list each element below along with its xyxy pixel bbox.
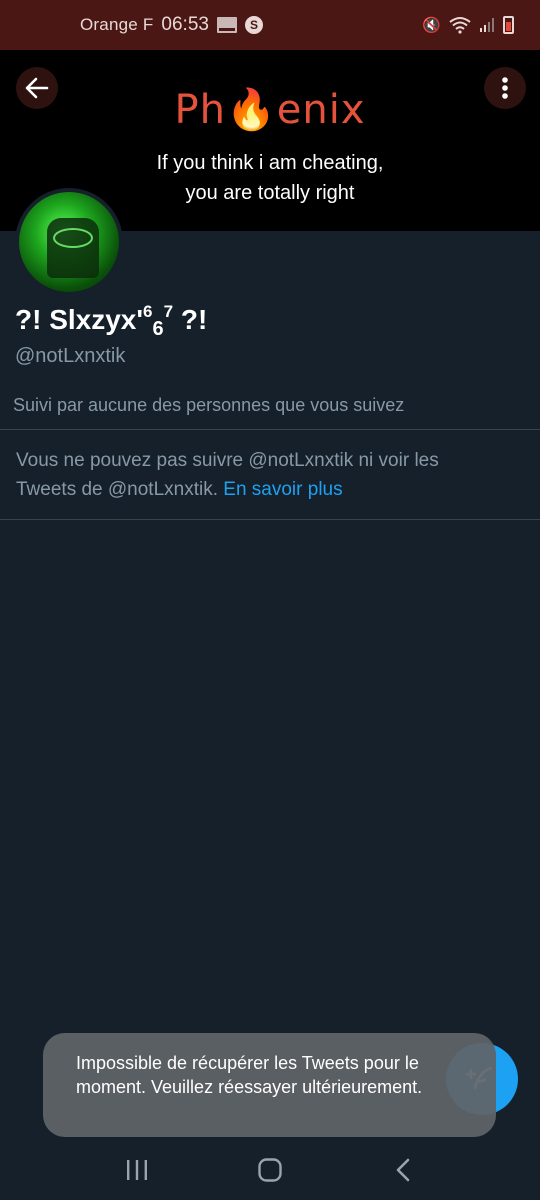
status-bar: Orange F 06:53 S 🔇	[0, 0, 540, 50]
back-nav-button[interactable]	[373, 1145, 433, 1195]
overflow-menu-button[interactable]	[484, 67, 526, 109]
display-name-sup-2: 7	[163, 302, 174, 321]
tagline-line-1: If you think i am cheating,	[156, 152, 384, 174]
status-time: 06:53	[161, 14, 209, 35]
mute-icon: 🔇	[422, 17, 441, 34]
system-nav-bar	[0, 1140, 540, 1200]
profile-screen: Orange F 06:53 S 🔇 Ph🔥enix If you think …	[0, 0, 540, 1200]
protected-account-notice: Vous ne pouvez pas suivre @notLxnxtik ni…	[16, 446, 496, 504]
display-name-suffix: ?!	[173, 304, 208, 335]
avatar-print-shape	[53, 228, 93, 248]
display-name-sub: 6	[152, 318, 164, 340]
followed-by-text: Suivi par aucune des personnes que vous …	[13, 395, 405, 415]
arrow-left-icon	[25, 77, 49, 99]
brand-prefix: Ph	[174, 87, 226, 133]
error-toast: Impossible de récupérer les Tweets pour …	[43, 1033, 496, 1137]
shazam-icon: S	[244, 16, 263, 34]
display-name: ?! Slxzyx'667 ?!	[15, 302, 207, 341]
notification-icon	[216, 17, 237, 33]
toast-message: Impossible de récupérer les Tweets pour …	[76, 1053, 423, 1097]
status-icons: 🔇	[422, 16, 514, 34]
divider	[0, 519, 540, 520]
home-icon	[258, 1158, 282, 1182]
recent-apps-icon	[126, 1160, 147, 1180]
wifi-icon	[449, 17, 471, 34]
battery-icon	[503, 16, 514, 34]
carrier-label: Orange F	[80, 15, 154, 34]
display-name-prefix: ?! Slxzyx'	[15, 304, 144, 335]
signal-icon	[480, 18, 494, 32]
avatar-shirt-shape	[47, 218, 99, 278]
more-vertical-icon	[502, 77, 508, 99]
home-button[interactable]	[240, 1145, 300, 1195]
chevron-left-icon	[397, 1158, 410, 1182]
recent-apps-button[interactable]	[107, 1145, 167, 1195]
learn-more-link[interactable]: En savoir plus	[223, 479, 342, 500]
back-button[interactable]	[16, 67, 58, 109]
divider	[0, 429, 540, 430]
flame-icon: 🔥	[225, 87, 277, 133]
user-handle: @notLxnxtik	[15, 345, 126, 367]
brand-suffix: enix	[276, 87, 366, 133]
phoenix-logo: Ph🔥enix	[0, 86, 540, 133]
avatar[interactable]	[15, 188, 123, 296]
display-name-sup-1: 6	[143, 302, 153, 321]
